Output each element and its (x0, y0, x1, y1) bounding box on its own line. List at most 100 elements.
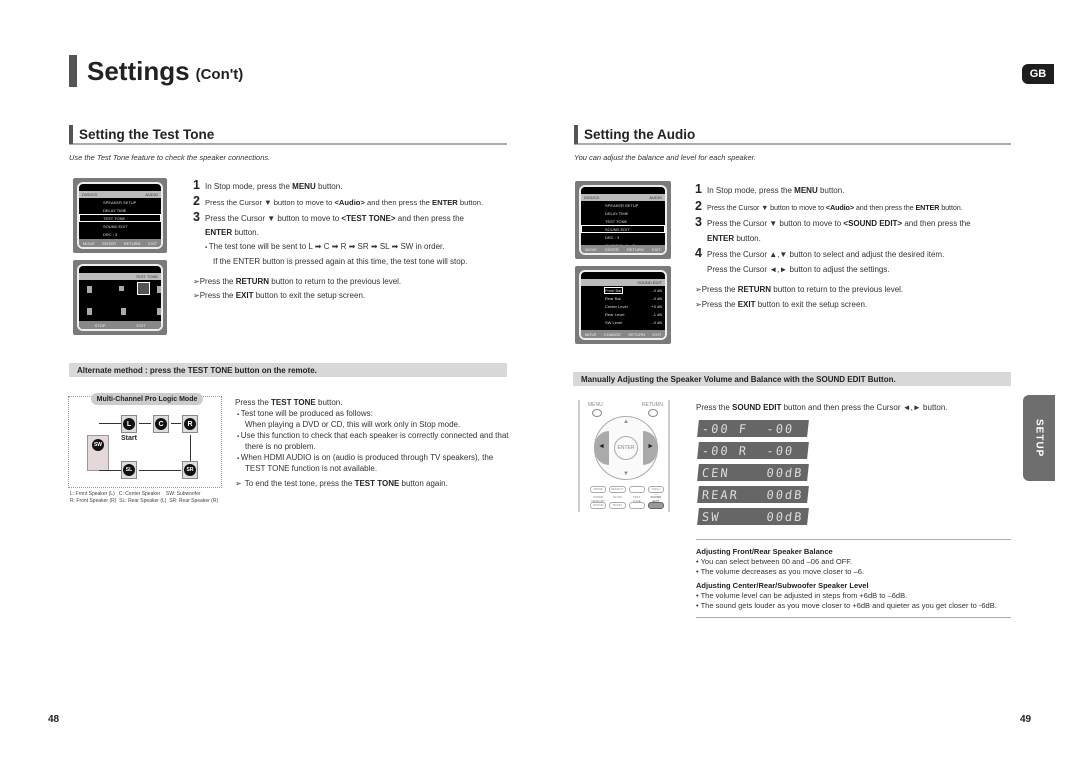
screen-item: SOUND EDIT (103, 223, 128, 229)
step-bold: MENU (292, 182, 316, 191)
speaker-icon (87, 286, 92, 293)
lcd-display: -00 R -00 (697, 442, 809, 459)
text-bold: TEST TONE (354, 478, 400, 488)
step-text: and then press the (902, 219, 971, 228)
page-title-suffix: (Con't) (195, 65, 244, 83)
footer-label: MOVE (585, 246, 597, 252)
setup-tab-label: SETUP (1033, 418, 1045, 458)
step-bold: <Audio> (334, 198, 365, 207)
step-bold: MENU (794, 186, 818, 195)
text-bold: SOUND EDIT (732, 403, 782, 412)
footer-label: ENTER (102, 240, 116, 246)
legend-line: L: Front Speaker (L) C: Center Speaker S… (70, 491, 201, 497)
footer-label: ENTER (605, 246, 619, 252)
step-text: and then press the (395, 214, 465, 223)
arrow-line (99, 423, 121, 424)
sound-row: Center Level +0 dB (581, 302, 665, 310)
page-number-right: 49 (1020, 714, 1032, 725)
remote-button-label: SLOW (612, 495, 622, 499)
level-item: The volume level can be adjusted in step… (696, 591, 1011, 601)
step-3: 3 Press the Cursor ▼ button to move to <T… (193, 210, 513, 226)
step-text: button. (734, 233, 761, 243)
audio-steps: 1 In Stop mode, press the MENU button. 2P… (695, 182, 1015, 312)
up-arrow-icon: ▲ (623, 419, 629, 425)
remote-button-label: SOUND EDIT (650, 495, 662, 503)
screen-header: SOUND EDIT (581, 279, 665, 286)
speaker-l: L (121, 415, 137, 433)
subwoofer: SW (87, 435, 109, 471)
screen-item: DELAY TIME (605, 210, 629, 216)
screen-header-left: DVD/CD (82, 192, 98, 197)
level-item: The sound gets louder as you move closer… (696, 601, 1011, 611)
alt-end-note: ➢ To end the test tone, press the TEST TO… (235, 479, 515, 490)
screen-item: SPEAKER SETUP (605, 202, 639, 208)
sound-row-value: -1 dB (652, 311, 662, 317)
arrow-line (99, 470, 121, 471)
balance-heading: Adjusting Front/Rear Speaker Balance (696, 547, 833, 556)
note-text: button to exit the setup screen. (755, 299, 868, 309)
page-number-left: 48 (48, 714, 60, 725)
speaker-c: C (153, 415, 169, 433)
right-arrow-icon: ► (647, 443, 654, 450)
page-title-text: Settings (87, 55, 190, 86)
text: Press the (696, 403, 733, 412)
speaker-label: R (184, 418, 196, 430)
step-4-line2: Press the Cursor ◄,► button to adjust th… (707, 264, 890, 274)
audio-menu-screen-image: DVD/CD AUDIO SPEAKER SETUP DELAY TIME TES… (575, 181, 671, 259)
alt-bullet: When HDMI AUDIO is on (audio is produced… (235, 453, 515, 475)
speaker-icon (87, 308, 92, 315)
text: Press the (235, 398, 272, 407)
screen-header: DVD/CD AUDIO (581, 194, 665, 201)
left-arrow-icon: ◄ (598, 443, 605, 450)
sound-row-value: -0 dB (652, 287, 662, 293)
step-bold: ENTER (432, 198, 458, 207)
arrow-line (171, 423, 181, 424)
sound-row: SW Level -0 dB (581, 318, 665, 326)
speaker-label: SL (123, 464, 135, 476)
start-label: Start (121, 435, 137, 442)
footer-label: STOP (94, 322, 106, 328)
screen-header: TEST TONE (79, 273, 161, 280)
speaker-label: SW (92, 439, 104, 451)
remote-button: SOUND (590, 502, 607, 509)
note-bold: EXIT (737, 299, 756, 309)
step-number: 2 (695, 198, 702, 213)
screen-item: SPEAKER SETUP (103, 199, 137, 205)
step-text: Press the Cursor ▲,▼ button to select an… (707, 250, 945, 259)
step-3-line2: ENTER button. (193, 226, 513, 240)
screen-item: DRC : 3 (605, 234, 620, 240)
section-title-audio: Setting the Audio (574, 125, 1011, 145)
remote-control-image: MENU RETURN ◄ ► ▲ ▼ ENTER MODE EFFECT IN… (578, 400, 670, 512)
balance-item: The volume decreases as you move closer … (696, 567, 1011, 577)
screen-header-right: AUDIO (649, 195, 662, 200)
step-number: 4 (695, 246, 702, 260)
footer-label: CHANGE (603, 331, 621, 337)
step-text: In Stop mode, press the (707, 186, 795, 195)
note-return: ➢Press the RETURN button to return to th… (193, 275, 513, 289)
remote-menu-label: MENU (588, 402, 603, 408)
page-title: Settings (Con't) (69, 55, 243, 87)
title-bar-decoration (69, 55, 77, 87)
return-button-icon (648, 409, 658, 417)
footer-label: EXIT (651, 246, 661, 252)
diagram-title: Multi-Channel Pro Logic Mode (91, 393, 203, 405)
screen-item: TEST TONE (605, 218, 628, 224)
speaker-icon (157, 308, 161, 315)
step-text: Press the Cursor ▼ button to move to (707, 202, 826, 212)
sound-row-label: Center Level (605, 303, 628, 309)
step-text: button. (939, 202, 963, 212)
remote-button: MO/ST (609, 502, 626, 509)
screen-footer: MOVE ENTER RETURN EXIT (79, 239, 161, 247)
note-text: button to return to the previous level. (771, 285, 904, 294)
arrow-icon: ➢ (695, 285, 702, 294)
step-text: In Stop mode, press the (205, 182, 293, 191)
step-bold: ENTER (707, 233, 735, 243)
arrow-icon: ➢ (193, 277, 200, 286)
sound-row-label: Rear Level (605, 311, 625, 317)
sound-edit-button (647, 502, 664, 509)
manual-adjust-bar: Manually Adjusting the Speaker Volume an… (573, 372, 1011, 386)
step-1: 1 In Stop mode, press the MENU button. (695, 182, 1015, 199)
test-tone-steps: 1 In Stop mode, press the MENU button. 2P… (193, 178, 513, 303)
step-bold: ENTER (915, 202, 940, 212)
screen-footer: STOP EXIT (79, 321, 161, 329)
